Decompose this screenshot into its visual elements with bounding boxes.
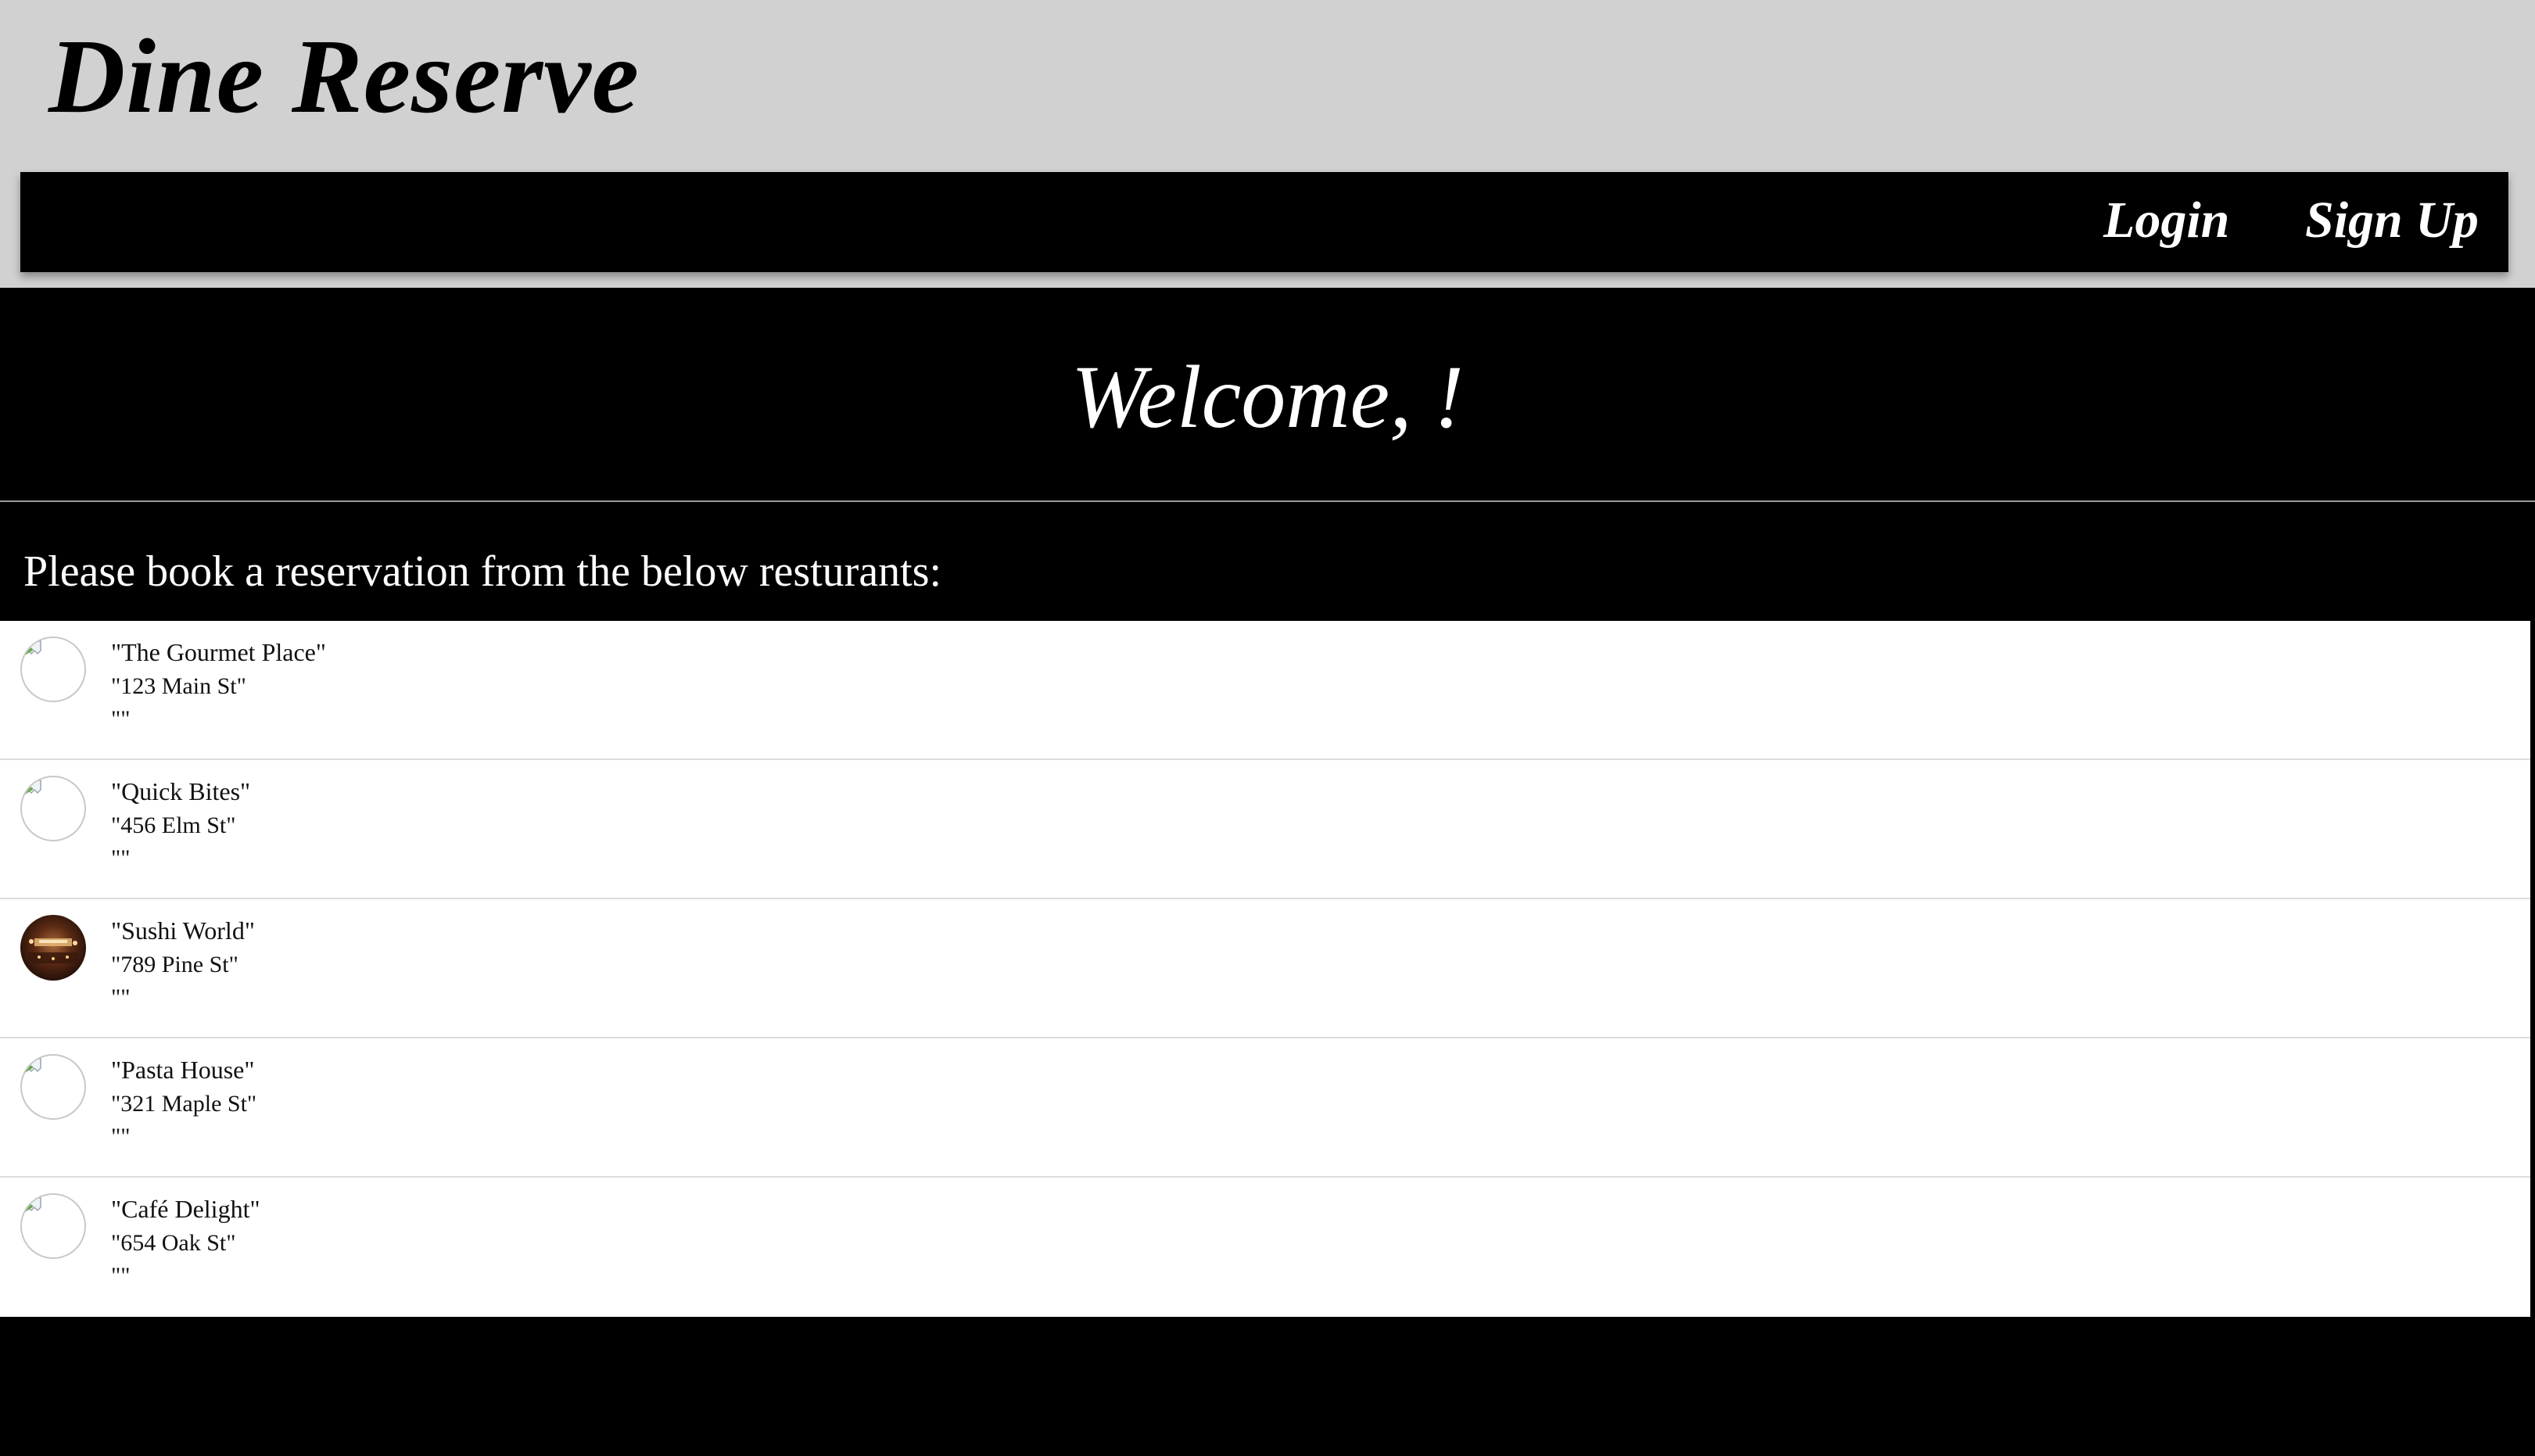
restaurant-details: "Quick Bites" "456 Elm St" "" (111, 774, 250, 874)
restaurant-item[interactable]: "Sushi World" "789 Pine St" "" (0, 899, 2530, 1038)
restaurant-photo-art (28, 938, 78, 963)
restaurant-details: "The Gourmet Place" "123 Main St" "" (111, 635, 326, 735)
restaurant-address: "321 Maple St" (111, 1091, 257, 1117)
signup-link[interactable]: Sign Up (2305, 188, 2479, 253)
page: Dine Reserve Login Sign Up Welcome, ! Pl… (0, 0, 2535, 1456)
broken-image-icon (20, 1054, 86, 1120)
welcome-section: Welcome, ! (0, 288, 2535, 502)
broken-image-glyph (24, 1058, 41, 1073)
site-brand[interactable]: Dine Reserve (48, 14, 640, 139)
restaurant-name[interactable]: "The Gourmet Place" (111, 635, 326, 669)
restaurant-note: "" (111, 845, 131, 871)
restaurant-address: "456 Elm St" (111, 812, 236, 838)
broken-image-glyph (24, 1197, 41, 1212)
broken-image-glyph (24, 640, 41, 655)
restaurant-item[interactable]: "Pasta House" "321 Maple St" "" (0, 1038, 2530, 1178)
restaurant-name[interactable]: "Pasta House" (111, 1053, 256, 1087)
restaurant-name[interactable]: "Café Delight" (111, 1192, 260, 1226)
broken-image-icon (20, 776, 86, 841)
reservation-header: Please book a reservation from the below… (0, 502, 2530, 621)
site-header: Dine Reserve Login Sign Up (0, 0, 2535, 288)
restaurant-list: "The Gourmet Place" "123 Main St" "" "Qu… (0, 621, 2530, 1317)
restaurant-photo (20, 915, 86, 981)
restaurant-name[interactable]: "Sushi World" (111, 913, 255, 948)
reservation-prompt: Please book a reservation from the below… (23, 547, 942, 596)
broken-image-glyph (24, 780, 41, 794)
restaurant-details: "Café Delight" "654 Oak St" "" (111, 1192, 260, 1292)
broken-image-icon (20, 637, 86, 702)
restaurant-item[interactable]: "Café Delight" "654 Oak St" "" (0, 1178, 2530, 1315)
broken-image-icon (20, 1193, 86, 1259)
restaurant-note: "" (111, 1263, 131, 1289)
restaurant-details: "Sushi World" "789 Pine St" "" (111, 913, 255, 1013)
restaurant-name[interactable]: "Quick Bites" (111, 774, 250, 809)
top-navbar: Login Sign Up (20, 172, 2508, 272)
restaurant-note: "" (111, 984, 131, 1010)
restaurant-address: "789 Pine St" (111, 952, 238, 977)
restaurant-address: "123 Main St" (111, 673, 246, 699)
restaurant-note: "" (111, 1124, 131, 1149)
restaurant-item[interactable]: "The Gourmet Place" "123 Main St" "" (0, 621, 2530, 760)
login-link[interactable]: Login (2103, 188, 2229, 253)
welcome-heading: Welcome, ! (1070, 347, 1465, 446)
restaurant-address: "654 Oak St" (111, 1230, 236, 1256)
restaurant-item[interactable]: "Quick Bites" "456 Elm St" "" (0, 760, 2530, 899)
restaurant-details: "Pasta House" "321 Maple St" "" (111, 1053, 256, 1153)
restaurant-note: "" (111, 706, 131, 732)
